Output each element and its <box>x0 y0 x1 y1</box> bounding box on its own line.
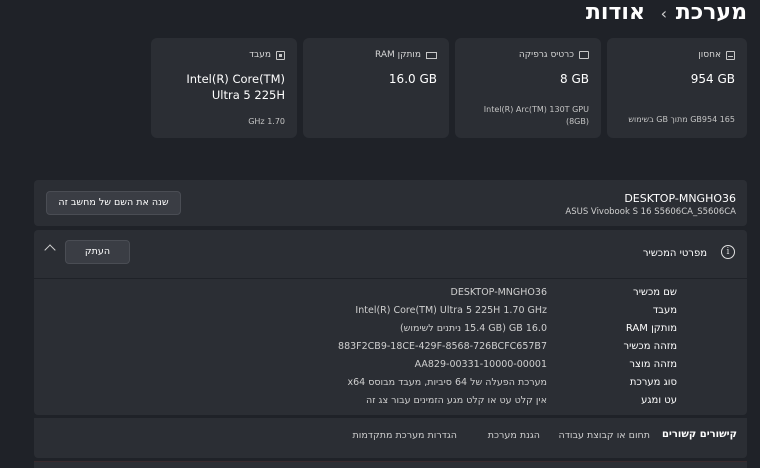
ram-icon <box>426 51 437 59</box>
graphics-card: כרטיס גרפיקה 8 GB Intel(R) Arc(TM) 130T … <box>455 38 601 138</box>
storage-card-title: אחסון <box>698 50 721 60</box>
graphics-card-value: 8 GB <box>560 72 589 86</box>
spec-value: 00331-10000-00001-AA829 <box>414 359 547 370</box>
graphics-card-title: כרטיס גרפיקה <box>518 50 574 60</box>
chevron-right-icon: › <box>660 4 667 23</box>
spec-row-product-id: מזהה מוצר 00331-10000-00001-AA829 <box>34 359 747 377</box>
ram-card: מותקן RAM 16.0 GB <box>303 38 449 138</box>
spec-label: עט ומגע <box>641 395 677 406</box>
spec-value: מערכת הפעלה של 64 סיביות, מעבד מבוסס x64 <box>347 377 547 388</box>
related-links-title: קישורים קשורים <box>661 429 737 440</box>
advanced-system-settings-link[interactable]: הגדרות מערכת מתקדמות <box>353 430 457 441</box>
spec-value: Intel(R) Core(TM) Ultra 5 225H 1.70 GHz <box>355 305 547 316</box>
rename-pc-button[interactable]: שנה את השם של מחשב זה <box>46 191 181 215</box>
cpu-card-value: Intel(R) Core(TM) Ultra 5 225H <box>186 72 285 102</box>
graphics-card-sub: Intel(R) Arc(TM) 130T GPU (8GB) <box>483 105 589 126</box>
device-name: DESKTOP-MNGHO36 <box>624 192 736 205</box>
breadcrumb-parent[interactable]: מערכת <box>676 0 747 25</box>
cpu-card-sub: 1.70 GHz <box>248 117 285 126</box>
breadcrumb: מערכת › אודות <box>567 0 747 30</box>
spec-row-pen-touch: עט ומגע אין קלט עט או קלט מגע הזמינים עב… <box>34 395 747 413</box>
spec-label: מותקן RAM <box>625 323 677 334</box>
device-specs-header[interactable]: i מפרטי המכשיר העתק <box>34 230 747 278</box>
copy-specs-button[interactable]: העתק <box>65 240 130 264</box>
device-name-panel: DESKTOP-MNGHO36 ASUS Vivobook S 16 S5606… <box>34 180 747 226</box>
storage-card: אחסון 954 GB 165 GB954 מתוך GB בשימוש <box>607 38 747 138</box>
info-icon: i <box>721 245 735 259</box>
page-title: אודות <box>585 0 645 25</box>
storage-card-sub: 165 GB954 מתוך GB בשימוש <box>628 115 735 124</box>
device-specs-panel: i מפרטי המכשיר העתק שם מכשיר DESKTOP-MNG… <box>34 230 747 415</box>
device-model: ASUS Vivobook S 16 S5606CA_S5606CA <box>565 207 736 217</box>
system-protection-link[interactable]: הגנת מערכת <box>488 430 540 441</box>
storage-icon <box>726 50 735 60</box>
domain-workgroup-link[interactable]: תחום או קבוצת עבודה <box>559 430 650 441</box>
cpu-icon <box>276 50 285 60</box>
cpu-card-title: מעבד <box>249 50 271 60</box>
ram-card-value: 16.0 GB <box>388 72 437 86</box>
device-specs-title: מפרטי המכשיר <box>642 248 707 259</box>
spec-row-system-type: סוג מערכת מערכת הפעלה של 64 סיביות, מעבד… <box>34 377 747 395</box>
ram-card-title: מותקן RAM <box>375 50 421 60</box>
spec-label: סוג מערכת <box>629 377 677 388</box>
graphics-card-icon <box>579 51 589 59</box>
spec-value: 883F2CB9-18CE-429F-8568-726BCFC657B7 <box>338 341 547 352</box>
spec-value: 16.0 GB (15.4 GB ניתנים לשימוש) <box>399 323 547 334</box>
spec-label: מזהה מוצר <box>629 359 677 370</box>
spec-row-processor: מעבד Intel(R) Core(TM) Ultra 5 225H 1.70… <box>34 305 747 323</box>
spec-label: שם מכשיר <box>633 287 677 298</box>
spec-value: DESKTOP-MNGHO36 <box>450 287 547 298</box>
related-links-panel: קישורים קשורים תחום או קבוצת עבודה הגנת … <box>34 418 747 458</box>
spec-label: מעבד <box>652 305 677 316</box>
storage-card-value: 954 GB <box>690 72 735 86</box>
spec-label: מזהה מכשיר <box>623 341 677 352</box>
chevron-up-icon[interactable] <box>44 244 56 256</box>
spec-value: אין קלט עט או קלט מגע הזמינים עבור צג זה <box>366 395 547 406</box>
spec-row-device-id: מזהה מכשיר 883F2CB9-18CE-429F-8568-726BC… <box>34 341 747 359</box>
divider <box>34 278 747 279</box>
spec-row-device-name: שם מכשיר DESKTOP-MNGHO36 <box>34 287 747 305</box>
spec-row-ram: מותקן RAM 16.0 GB (15.4 GB ניתנים לשימוש… <box>34 323 747 341</box>
cpu-card: מעבד Intel(R) Core(TM) Ultra 5 225H 1.70… <box>151 38 297 138</box>
